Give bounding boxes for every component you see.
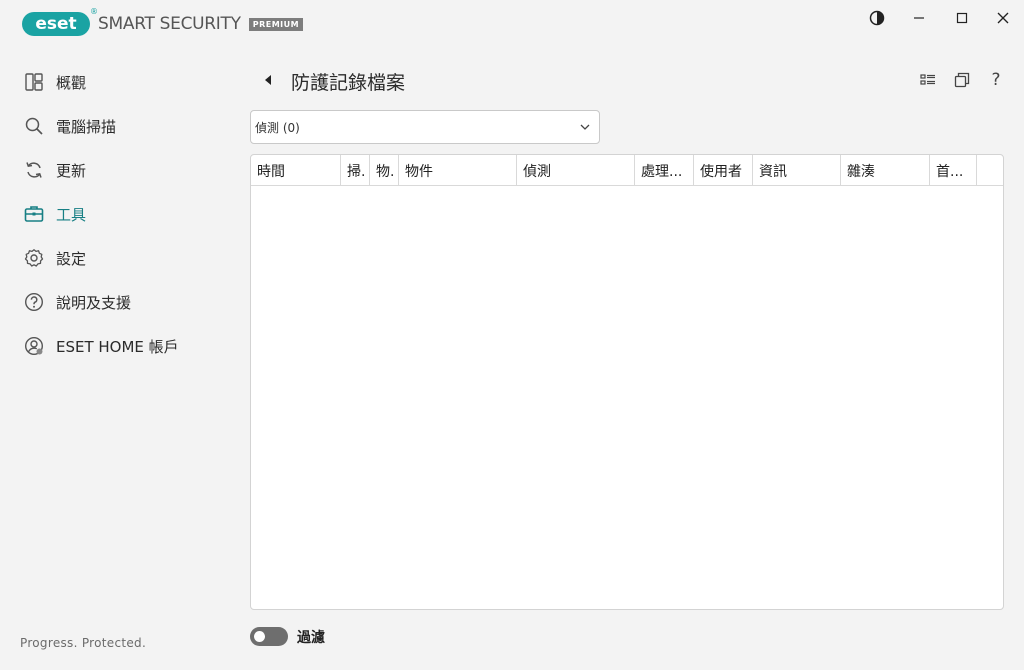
contrast-icon [869, 10, 885, 26]
refresh-icon [24, 160, 44, 180]
account-icon [24, 336, 44, 356]
back-button[interactable] [260, 71, 276, 89]
back-arrow-icon [265, 75, 271, 85]
sidebar-item-label: 工具 [56, 205, 87, 224]
log-table: 時間 掃. 物. 物件 偵測 處理... 使用者 資訊 雜湊 首... [250, 154, 1004, 610]
log-type-select[interactable]: 偵測 (0) [250, 110, 600, 144]
log-type-selected-value: 偵測 (0) [255, 120, 300, 135]
sidebar-item-label: 設定 [56, 249, 87, 268]
app-logo: eset ® SMART SECURITY PREMIUM [22, 7, 304, 38]
copy-window-icon [954, 72, 970, 88]
sidebar-item-help-support[interactable]: 說明及支援 [0, 280, 240, 324]
column-header-scan[interactable]: 掃. [341, 155, 370, 186]
column-header-spacer [977, 155, 1003, 186]
list-view-button[interactable] [918, 70, 938, 90]
list-view-icon [920, 74, 935, 85]
column-header-time[interactable]: 時間 [251, 155, 341, 186]
sidebar-item-label: 說明及支援 [56, 293, 132, 312]
minimize-button[interactable] [908, 8, 930, 28]
sidebar-item-label: 概觀 [56, 73, 87, 92]
column-header-detection[interactable]: 偵測 [517, 155, 635, 186]
help-icon: ? [991, 70, 1001, 90]
maximize-button[interactable] [951, 8, 973, 28]
sidebar-item-tools[interactable]: 工具 [0, 192, 240, 236]
table-header-row: 時間 掃. 物. 物件 偵測 處理... 使用者 資訊 雜湊 首... [251, 155, 1003, 186]
product-name: SMART SECURITY [98, 14, 241, 34]
column-header-info[interactable]: 資訊 [753, 155, 841, 186]
sidebar-item-label: ESET HOME 帳戶 [56, 337, 179, 356]
brand-text: eset [35, 14, 77, 34]
sidebar-item-label: 電腦掃描 [56, 117, 117, 136]
toggle-knob [254, 631, 265, 642]
column-header-object[interactable]: 物件 [399, 155, 517, 186]
overview-icon [24, 72, 44, 92]
close-button[interactable] [992, 8, 1014, 28]
gear-icon [24, 248, 44, 268]
page-title: 防護記錄檔案 [291, 72, 406, 94]
maximize-icon [956, 12, 968, 24]
sidebar-item-update[interactable]: 更新 [0, 148, 240, 192]
help-circle-icon [24, 292, 44, 312]
column-header-action[interactable]: 處理... [635, 155, 694, 186]
close-icon [997, 12, 1009, 24]
contrast-button[interactable] [866, 8, 888, 28]
eset-logo: eset ® [22, 7, 98, 36]
help-button[interactable]: ? [986, 70, 1006, 90]
search-icon [24, 116, 44, 136]
copy-window-button[interactable] [952, 70, 972, 90]
column-header-user[interactable]: 使用者 [694, 155, 753, 186]
column-header-hash[interactable]: 雜湊 [841, 155, 930, 186]
sidebar-item-setup[interactable]: 設定 [0, 236, 240, 280]
edition-badge: PREMIUM [248, 17, 304, 31]
filter-label: 過濾 [297, 630, 325, 646]
sidebar-item-eset-home[interactable]: ESET HOME 帳戶 [0, 324, 240, 368]
filter-toggle[interactable] [250, 627, 288, 646]
chevron-down-icon [580, 124, 590, 130]
sidebar-item-overview[interactable]: 概觀 [0, 60, 240, 104]
sidebar-item-computer-scan[interactable]: 電腦掃描 [0, 104, 240, 148]
column-header-object-type[interactable]: 物. [370, 155, 399, 186]
registered-mark: ® [90, 7, 98, 16]
column-header-first-seen[interactable]: 首... [930, 155, 977, 186]
minimize-icon [914, 17, 924, 19]
sidebar-nav: 概觀 電腦掃描 更新 工具 設定 說明及支援 ESET HOME 帳戶 [0, 60, 240, 368]
sidebar-item-label: 更新 [56, 161, 87, 180]
toolbox-icon [24, 204, 44, 224]
tagline: Progress. Protected. [20, 636, 147, 650]
